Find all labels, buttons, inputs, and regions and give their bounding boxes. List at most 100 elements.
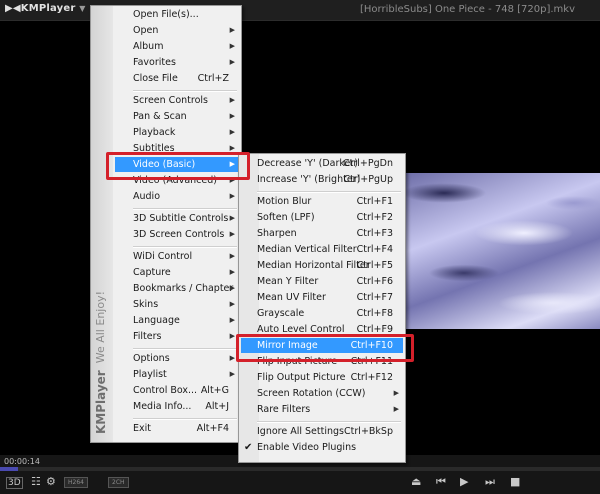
menu-separator — [133, 208, 237, 210]
menu-item-control-box[interactable]: Control Box... Alt+G — [115, 383, 239, 398]
submenu-item-sharpen[interactable]: Sharpen Ctrl+F3 — [241, 226, 403, 241]
menu-separator — [133, 246, 237, 248]
menu-item-shortcut: Ctrl+F2 — [356, 212, 393, 223]
km-logo-icon: ▶◀ — [5, 3, 21, 14]
eject-icon[interactable]: ⏏ — [411, 476, 421, 488]
menu-item-shortcut: Ctrl+F6 — [356, 276, 393, 287]
menu-item-label: 3D Screen Controls — [133, 229, 225, 240]
chevron-right-icon: ▶ — [229, 252, 235, 260]
chevron-right-icon: ▶ — [229, 332, 235, 340]
menu-item-label: Mean UV Filter — [257, 292, 326, 303]
menu-item-open[interactable]: Open ▶ — [115, 23, 239, 38]
menu-item-label: Album — [133, 41, 164, 52]
submenu-item-screen-rotation-ccw[interactable]: Screen Rotation (CCW) ▶ — [241, 386, 403, 401]
menu-item-options[interactable]: Options ▶ — [115, 351, 239, 366]
menu-item-label: Favorites — [133, 57, 176, 68]
chevron-right-icon: ▶ — [229, 268, 235, 276]
menu-item-label: Capture — [133, 267, 171, 278]
menu-item-shortcut: Ctrl+F12 — [350, 372, 393, 383]
menu-item-capture[interactable]: Capture ▶ — [115, 265, 239, 280]
menu-item-screen-controls[interactable]: Screen Controls ▶ — [115, 93, 239, 108]
submenu-item-median-horizontal-filter[interactable]: Median Horizontal Filter Ctrl+F5 — [241, 258, 403, 273]
menu-item-exit[interactable]: Exit Alt+F4 — [115, 421, 239, 436]
menu-item-3d-subtitle-controls[interactable]: 3D Subtitle Controls ▶ — [115, 211, 239, 226]
menu-item-label: Exit — [133, 423, 151, 434]
menu-item-label: Flip Output Picture — [257, 372, 346, 383]
info-icon[interactable]: ☷ — [31, 476, 41, 488]
next-icon[interactable]: ⏭ — [485, 476, 495, 488]
menu-item-label: Grayscale — [257, 308, 305, 319]
menu-item-close-file[interactable]: Close File Ctrl+Z — [115, 71, 239, 86]
menu-item-3d-screen-controls[interactable]: 3D Screen Controls ▶ — [115, 227, 239, 242]
menu-item-shortcut: Ctrl+Z — [197, 73, 229, 84]
menu-item-label: 3D Subtitle Controls — [133, 213, 229, 224]
menu-item-pan-scan[interactable]: Pan & Scan ▶ — [115, 109, 239, 124]
app-logo-text: KMPlayer — [20, 3, 76, 14]
menu-item-label: Open — [133, 25, 159, 36]
menu-item-label: Median Horizontal Filter — [257, 260, 370, 271]
submenu-item-mean-uv-filter[interactable]: Mean UV Filter Ctrl+F7 — [241, 290, 403, 305]
menu-item-shortcut: Alt+G — [200, 385, 229, 396]
chevron-right-icon: ▶ — [229, 370, 235, 378]
menu-item-label: Language — [133, 315, 180, 326]
highlight-callout-video-basic — [106, 152, 250, 180]
menu-item-skins[interactable]: Skins ▶ — [115, 297, 239, 312]
menu-item-favorites[interactable]: Favorites ▶ — [115, 55, 239, 70]
prev-icon[interactable]: ⏮ — [436, 476, 446, 488]
chevron-down-icon: ▼ — [79, 4, 86, 13]
3d-button[interactable]: 3D — [6, 477, 23, 489]
menu-item-label: Pan & Scan — [133, 111, 187, 122]
menu-item-label: Ignore All Settings — [257, 426, 344, 437]
checkmark-icon: ✔ — [244, 442, 253, 453]
sidebar-tagline: We All Enjoy! — [94, 290, 107, 364]
submenu-item-motion-blur[interactable]: Motion Blur Ctrl+F1 — [241, 194, 403, 209]
menu-item-shortcut: Ctrl+F8 — [356, 308, 393, 319]
submenu-item-rare-filters[interactable]: Rare Filters ▶ — [241, 402, 403, 417]
menu-item-shortcut: Ctrl+F1 — [356, 196, 393, 207]
menu-item-label: Rare Filters — [257, 404, 311, 415]
menu-item-label: Playlist — [133, 369, 167, 380]
menu-item-label: Sharpen — [257, 228, 297, 239]
menu-item-label: Control Box... — [133, 385, 198, 396]
menu-item-language[interactable]: Language ▶ — [115, 313, 239, 328]
submenu-item-mean-y-filter[interactable]: Mean Y Filter Ctrl+F6 — [241, 274, 403, 289]
submenu-item-increase-y-brighter[interactable]: Increase 'Y' (Brighter) Ctrl+PgUp — [241, 172, 403, 187]
menu-separator — [257, 421, 401, 423]
submenu-item-ignore-all-settings[interactable]: Ignore All Settings Ctrl+BkSp — [241, 424, 403, 439]
menu-item-bookmarks-chapter[interactable]: Bookmarks / Chapter ▶ — [115, 281, 239, 296]
submenu-item-soften-lpf[interactable]: Soften (LPF) Ctrl+F2 — [241, 210, 403, 225]
video-frame — [404, 173, 600, 329]
menu-item-widi-control[interactable]: WiDi Control ▶ — [115, 249, 239, 264]
menu-separator — [133, 418, 237, 420]
menu-item-open-file-s[interactable]: Open File(s)... — [115, 7, 239, 22]
chevron-right-icon: ▶ — [229, 284, 235, 292]
stop-icon[interactable]: ■ — [510, 476, 520, 488]
menu-item-shortcut: Ctrl+BkSp — [344, 426, 393, 437]
gear-icon[interactable]: ⚙ — [46, 476, 56, 488]
menu-item-audio[interactable]: Audio ▶ — [115, 189, 239, 204]
menu-item-shortcut: Ctrl+F7 — [356, 292, 393, 303]
submenu-item-grayscale[interactable]: Grayscale Ctrl+F8 — [241, 306, 403, 321]
sidebar-brand-name: KMPlayer — [94, 370, 108, 434]
app-logo-button[interactable]: ▶◀KMPlayer ▼ — [5, 3, 86, 14]
menu-item-media-info[interactable]: Media Info... Alt+J — [115, 399, 239, 414]
menu-item-playlist[interactable]: Playlist ▶ — [115, 367, 239, 382]
submenu-item-flip-output-picture[interactable]: Flip Output Picture Ctrl+F12 — [241, 370, 403, 385]
menu-item-label: Open File(s)... — [133, 9, 199, 20]
menu-item-playback[interactable]: Playback ▶ — [115, 125, 239, 140]
menu-separator — [257, 191, 401, 193]
seek-bar[interactable] — [0, 467, 600, 471]
menu-item-label: WiDi Control — [133, 251, 193, 262]
menu-item-filters[interactable]: Filters ▶ — [115, 329, 239, 344]
window-title: [HorribleSubs] One Piece - 748 [720p].mk… — [360, 4, 575, 15]
menu-item-shortcut: Ctrl+F4 — [356, 244, 393, 255]
menu-item-label: Enable Video Plugins — [257, 442, 357, 453]
submenu-item-decrease-y-darker[interactable]: Decrease 'Y' (Darker) Ctrl+PgDn — [241, 156, 403, 171]
play-icon[interactable]: ▶ — [460, 476, 468, 488]
menu-item-album[interactable]: Album ▶ — [115, 39, 239, 54]
menu-item-label: Close File — [133, 73, 178, 84]
chevron-right-icon: ▶ — [229, 42, 235, 50]
seek-progress — [0, 467, 18, 471]
submenu-item-enable-video-plugins[interactable]: ✔ Enable Video Plugins — [241, 440, 403, 455]
submenu-item-median-vertical-filter[interactable]: Median Vertical Filter Ctrl+F4 — [241, 242, 403, 257]
